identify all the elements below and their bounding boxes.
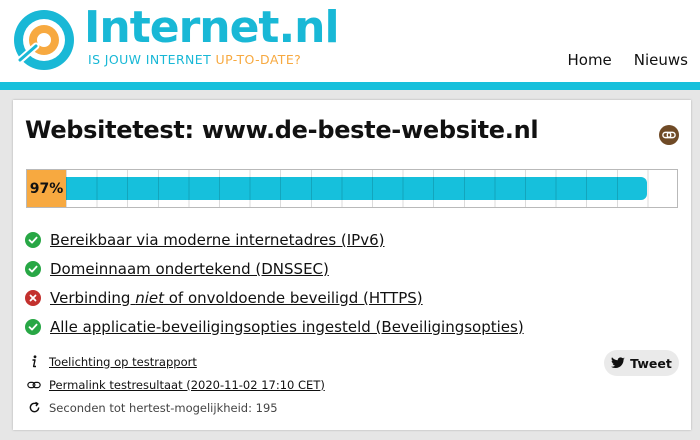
meta-permalink: Permalink testresultaat (2020-11-02 17:1… [27, 373, 325, 396]
result-https-after: of onvoldoende beveiligd (HTTPS) [163, 288, 423, 307]
nav-nieuws[interactable]: Nieuws [634, 51, 688, 69]
permalink-link[interactable]: Permalink testresultaat (2020-11-02 17:1… [49, 378, 325, 392]
explanation-link[interactable]: Toelichting op testrapport [49, 355, 197, 369]
retest-countdown: Seconden tot hertest-mogelijkheid: 195 [49, 400, 278, 415]
result-item-appsecpriv: Alle applicatie-beveiligingsopties inges… [25, 312, 524, 341]
result-item-https: Verbinding niet of onvoldoende beveiligd… [25, 283, 524, 312]
site-logo[interactable]: Internet.nl IS JOUW INTERNET UP-TO-DATE? [12, 2, 340, 76]
logo-name: Internet.nl [84, 2, 340, 53]
check-circle-icon [25, 318, 41, 335]
cross-circle-icon [25, 289, 41, 306]
refresh-icon [27, 401, 41, 415]
result-link-https[interactable]: Verbinding niet of onvoldoende beveiligd… [50, 289, 423, 307]
result-item-ipv6: Bereikbaar via moderne internetadres (IP… [25, 225, 524, 254]
link-icon [27, 378, 41, 392]
test-result-card: Websitetest: www.de-beste-website.nl 97%… [13, 100, 691, 430]
logo-mark-icon [14, 10, 74, 70]
tagline-part2: UP-TO-DATE? [215, 52, 302, 67]
page-title: Websitetest: www.de-beste-website.nl [25, 116, 539, 144]
check-circle-icon [25, 260, 41, 277]
nav-home[interactable]: Home [567, 51, 611, 69]
link-icon[interactable] [659, 125, 679, 145]
check-circle-icon [25, 231, 41, 248]
result-https-before: Verbinding [50, 288, 136, 307]
site-header: Internet.nl IS JOUW INTERNET UP-TO-DATE?… [0, 0, 700, 82]
main-nav: Home Nieuws [567, 51, 688, 69]
logo-tagline: IS JOUW INTERNET UP-TO-DATE? [88, 52, 301, 67]
header-accent-bar [0, 82, 700, 90]
score-progress-ticks [66, 170, 677, 207]
result-link-dnssec[interactable]: Domeinnaam ondertekend (DNSSEC) [50, 260, 329, 278]
result-link-appsecpriv[interactable]: Alle applicatie-beveiligingsopties inges… [50, 318, 524, 336]
result-https-emphasis: niet [135, 288, 164, 307]
result-list: Bereikbaar via moderne internetadres (IP… [25, 225, 524, 341]
score-progress-bar: 97% [26, 169, 678, 208]
info-icon [27, 355, 41, 369]
result-item-dnssec: Domeinnaam ondertekend (DNSSEC) [25, 254, 524, 283]
result-link-ipv6[interactable]: Bereikbaar via moderne internetadres (IP… [50, 231, 385, 249]
link-glyph [662, 131, 676, 139]
score-label: 97% [27, 170, 66, 207]
tagline-part1: IS JOUW INTERNET [88, 52, 216, 67]
meta-retest: Seconden tot hertest-mogelijkheid: 195 [27, 396, 325, 419]
report-meta-list: Toelichting op testrapport Permalink tes… [27, 350, 325, 419]
tweet-label: Tweet [630, 355, 672, 371]
meta-explanation: Toelichting op testrapport [27, 350, 325, 373]
twitter-icon [611, 357, 625, 369]
tweet-button[interactable]: Tweet [604, 350, 679, 376]
